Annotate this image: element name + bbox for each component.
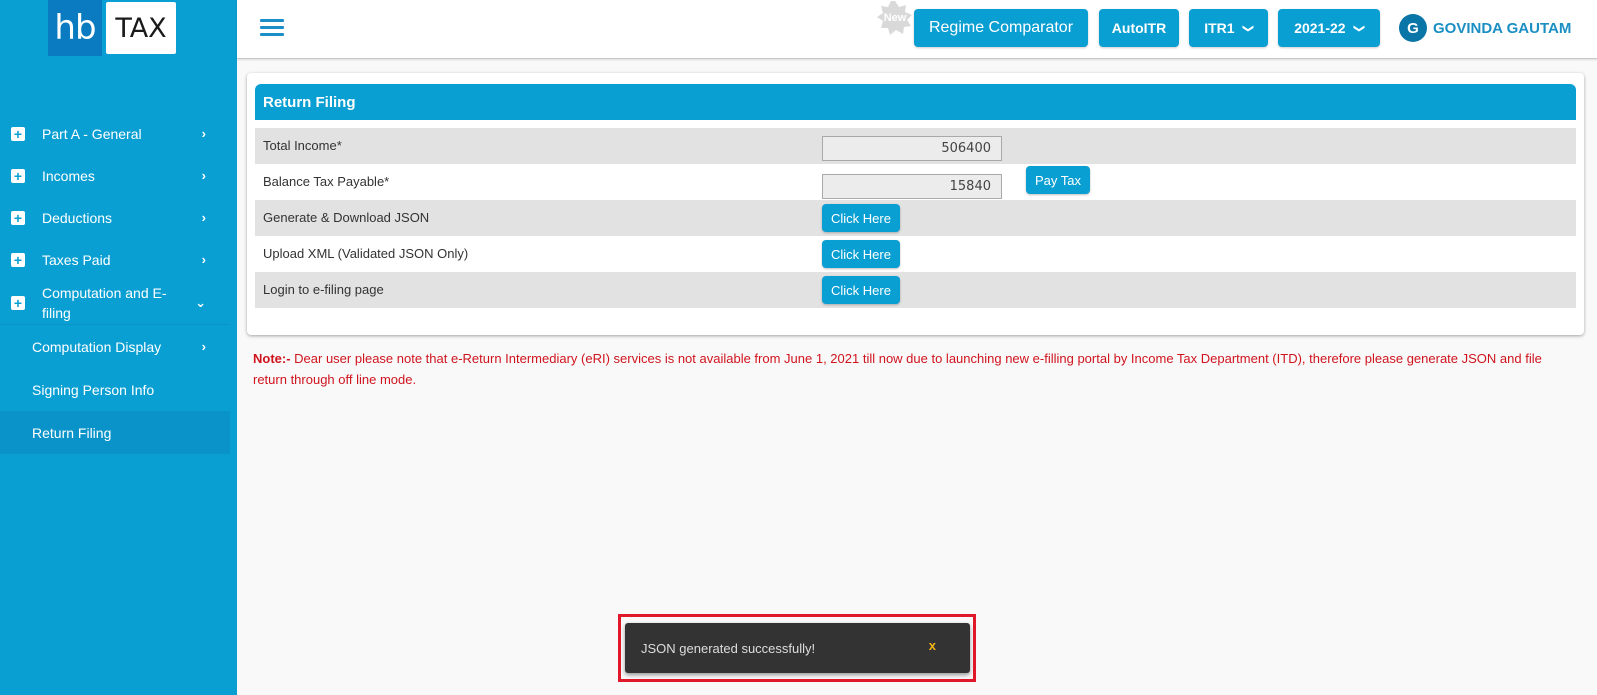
row-label: Balance Tax Payable*: [263, 174, 390, 189]
note-prefix: Note:-: [253, 351, 291, 366]
upload-xml-button[interactable]: Click Here: [822, 240, 900, 268]
note-text: Dear user please note that e-Return Inte…: [253, 351, 1542, 387]
autoitr-label: AutoITR: [1111, 20, 1167, 36]
sidebar-subitem-label: Signing Person Info: [32, 381, 155, 398]
regime-comparator-label: Regime Comparator: [928, 19, 1074, 36]
assessment-year-value: 2021-22: [1294, 20, 1346, 36]
plus-box-icon: +: [11, 211, 25, 225]
card-title: Return Filing: [255, 84, 1576, 120]
balance-tax-payable-field[interactable]: [822, 174, 1002, 199]
sidebar-subitem-return-filing[interactable]: Return Filing: [0, 411, 230, 454]
sidebar-subitem-computation-display[interactable]: Computation Display ›: [0, 325, 230, 368]
row-label: Generate & Download JSON: [263, 210, 430, 225]
row-total-income: Total Income*: [255, 128, 1576, 164]
chevron-down-icon: ⌄: [195, 294, 206, 310]
top-header: New Regime Comparator AutoITR ITR1 ❯ 202…: [237, 0, 1597, 59]
row-label: Login to e-filing page: [263, 282, 384, 297]
toast-message: JSON generated successfully!: [641, 640, 816, 656]
pay-tax-button[interactable]: Pay Tax: [1026, 166, 1091, 194]
chevron-down-icon: ❯: [1241, 23, 1254, 33]
plus-box-icon: +: [11, 295, 25, 310]
row-generate-json: Generate & Download JSON Click Here: [255, 200, 1576, 236]
regime-comparator-button[interactable]: Regime Comparator: [914, 9, 1088, 47]
return-filing-rows: Total Income* Balance Tax Payable* Pay T…: [255, 128, 1576, 308]
user-name: GOVINDA GAUTAM: [1433, 19, 1572, 37]
row-balance-tax-payable: Balance Tax Payable* Pay Tax: [255, 164, 1576, 200]
sidebar-item-taxes-paid[interactable]: + Taxes Paid ›: [0, 239, 230, 281]
itr-form-value: ITR1: [1204, 20, 1235, 36]
hamburger-menu-icon[interactable]: [260, 19, 284, 37]
success-toast: JSON generated successfully! x: [625, 623, 970, 673]
hbtax-logo[interactable]: hb TAX: [48, 0, 176, 56]
new-badge-label: New: [883, 12, 907, 24]
chevron-right-icon: ›: [201, 338, 206, 354]
chevron-right-icon: ›: [201, 210, 206, 225]
sidebar-item-label: Incomes: [42, 168, 95, 184]
logo-tax: TAX: [106, 2, 176, 54]
sidebar-subitem-label: Computation Display: [32, 338, 162, 355]
sidebar-item-label: Computation and E-filing: [42, 284, 167, 321]
sidebar-item-part-a-general[interactable]: + Part A - General ›: [0, 113, 230, 155]
sidebar-item-incomes[interactable]: + Incomes ›: [0, 155, 230, 197]
plus-box-icon: +: [11, 253, 25, 267]
plus-box-icon: +: [11, 169, 25, 183]
generate-json-button[interactable]: Click Here: [822, 204, 900, 232]
eri-notice: Note:- Dear user please note that e-Retu…: [253, 348, 1563, 390]
sidebar-item-computation-efiling[interactable]: + Computation and E-filing ⌄: [0, 281, 230, 325]
total-income-field[interactable]: [822, 135, 1002, 161]
chevron-down-icon: ❯: [1352, 23, 1365, 33]
login-efiling-button[interactable]: Click Here: [822, 276, 900, 304]
sidebar-item-deductions[interactable]: + Deductions ›: [0, 197, 230, 239]
toast-close-button[interactable]: x: [929, 638, 936, 653]
chevron-right-icon: ›: [201, 252, 206, 267]
assessment-year-select[interactable]: 2021-22 ❯: [1278, 9, 1380, 47]
row-label: Total Income*: [263, 138, 342, 153]
sidebar-item-label: Deductions: [42, 210, 113, 226]
sidebar-item-label: Taxes Paid: [42, 252, 111, 268]
sidebar-nav: + Part A - General › + Incomes › + Deduc…: [0, 113, 230, 454]
row-login-efiling: Login to e-filing page Click Here: [255, 272, 1576, 308]
sidebar-subitem-label: Return Filing: [32, 424, 112, 441]
return-filing-card: Return Filing Total Income* Balance Tax …: [247, 73, 1584, 335]
sidebar-subitem-signing-person-info[interactable]: Signing Person Info: [0, 368, 230, 411]
sidebar-item-label: Part A - General: [42, 126, 142, 142]
chevron-right-icon: ›: [201, 168, 206, 183]
chevron-right-icon: ›: [201, 126, 206, 141]
autoitr-button[interactable]: AutoITR: [1099, 9, 1179, 47]
row-upload-xml: Upload XML (Validated JSON Only) Click H…: [255, 236, 1576, 272]
avatar: G: [1399, 14, 1427, 42]
plus-box-icon: +: [11, 127, 25, 141]
row-label: Upload XML (Validated JSON Only): [263, 246, 469, 261]
logo-hb: hb: [48, 0, 102, 56]
new-badge: New: [877, 1, 913, 35]
sidebar: hb TAX + Part A - General › + Incomes › …: [0, 0, 237, 695]
itr-form-select[interactable]: ITR1 ❯: [1189, 9, 1268, 47]
user-menu[interactable]: G GOVINDA GAUTAM: [1399, 14, 1571, 42]
